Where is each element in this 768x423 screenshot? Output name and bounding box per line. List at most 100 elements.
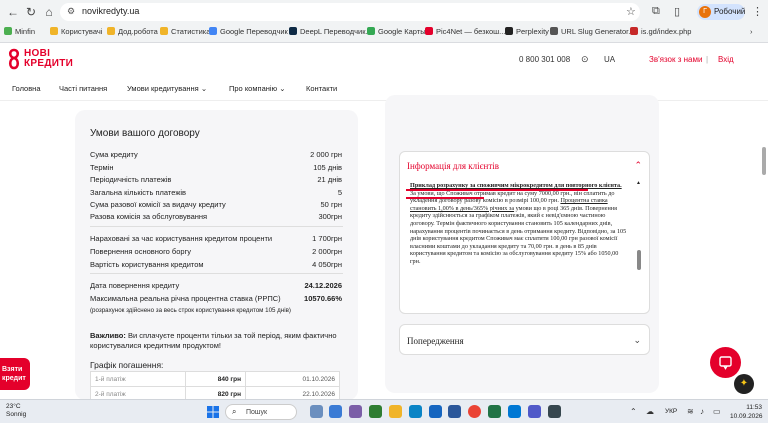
take-credit-button[interactable]: Взяти кредит xyxy=(0,358,30,390)
input-language[interactable]: УКР xyxy=(665,408,677,415)
warning-accordion[interactable]: Попередження ⌄ xyxy=(399,324,650,355)
weather-label: Sonnig xyxy=(6,411,27,418)
login-link[interactable]: Вхід xyxy=(718,55,734,64)
reload-icon[interactable]: ↻ xyxy=(24,5,38,19)
divider xyxy=(90,226,343,227)
sidepanel-icon[interactable]: ▯ xyxy=(674,5,680,18)
site-info-icon[interactable]: ⚙ xyxy=(67,6,75,17)
page-scroll-thumb[interactable] xyxy=(762,147,766,175)
bookmark-star-icon[interactable]: ☆ xyxy=(626,5,636,18)
google-translate-icon xyxy=(209,27,217,35)
menu-icon[interactable]: ⋮ xyxy=(752,5,763,18)
row-label: Загальна кількість платежів xyxy=(90,188,187,197)
phone-number[interactable]: 0 800 301 008 xyxy=(519,55,570,64)
rrps-footnote: (розрахунок здійснено за весь строк кори… xyxy=(90,307,291,314)
table-row: 1-й платіж 840 грн 01.10.2026 xyxy=(90,371,340,387)
edge-icon[interactable] xyxy=(409,405,422,418)
chevron-up-icon[interactable]: ⌃ xyxy=(634,160,642,171)
location-icon[interactable]: ⊙ xyxy=(581,54,589,65)
weather-widget[interactable]: 23°C Sonnig xyxy=(6,403,26,419)
row-label: Вартість користування кредитом xyxy=(90,260,204,269)
file-explorer-icon[interactable] xyxy=(389,405,402,418)
row-value: 2 000грн xyxy=(312,247,342,256)
nav-item-home[interactable]: Головна xyxy=(12,84,41,93)
clock[interactable]: 11:53 10.09.2026 xyxy=(730,403,763,421)
bookmark-item[interactable]: Дод.робота xyxy=(107,27,158,36)
battery-icon[interactable]: ▭ xyxy=(713,407,721,416)
profile-avatar: Г xyxy=(699,6,711,18)
nav-item-credit-terms[interactable]: Умови кредитування ⌄ xyxy=(127,84,207,93)
browser-chrome: ← ↻ ⌂ ⚙ novikredyty.ua ☆ ⧉ ▯ Г Робочий ⋮… xyxy=(0,0,768,43)
bookmark-item[interactable]: is.gd/index.php xyxy=(630,27,691,36)
row-value: 50 грн xyxy=(320,200,342,209)
extensions-icon[interactable]: ⧉ xyxy=(652,5,660,18)
row-label: Сума разової комісії за видачу кредиту xyxy=(90,200,226,209)
row-label: Максимальна реальна річна процентна став… xyxy=(90,294,281,303)
payment-number: 1-й платіж xyxy=(90,371,186,387)
word-icon[interactable] xyxy=(448,405,461,418)
info-accordion[interactable]: Інформація для клієнтів ⌃ Приклад розрах… xyxy=(399,151,650,314)
info-paragraph: За умови, що Споживач отримав кредит на … xyxy=(410,189,627,265)
bookmark-item[interactable]: Perplexity xyxy=(505,27,549,36)
chrome-icon[interactable] xyxy=(468,405,481,418)
logo-icon[interactable] xyxy=(6,48,22,70)
nav-item-contacts[interactable]: Контакти xyxy=(306,84,337,93)
info-accordion-title[interactable]: Інформація для клієнтів xyxy=(407,161,499,171)
tray-icon[interactable]: ☁ xyxy=(646,407,654,416)
assistant-icon[interactable]: ✦ xyxy=(734,374,754,394)
windows-start-icon[interactable] xyxy=(207,406,219,418)
chevron-down-icon: ⌄ xyxy=(200,84,208,93)
bookmark-item[interactable]: URL Slug Generator... xyxy=(550,27,635,36)
logo-text[interactable]: НОВІ КРЕДИТИ xyxy=(24,49,73,69)
row-value: 21 днів xyxy=(317,175,342,184)
contact-link[interactable]: Зв'язок з нами xyxy=(649,55,702,64)
chat-button[interactable] xyxy=(710,347,741,378)
chat-icon xyxy=(719,356,732,370)
volume-icon[interactable]: ♪ xyxy=(700,407,704,416)
isgd-icon xyxy=(630,27,638,35)
url-text[interactable]: novikredyty.ua xyxy=(82,6,139,16)
bookmarks-overflow-icon[interactable]: › xyxy=(750,27,753,36)
bookmark-item[interactable]: Minfin xyxy=(4,27,35,36)
taskview-icon[interactable] xyxy=(310,405,323,418)
deepl-icon xyxy=(289,27,297,35)
taskbar-search[interactable]: ⌕ Пошук xyxy=(225,404,297,420)
app-icon[interactable] xyxy=(349,405,362,418)
back-icon[interactable]: ← xyxy=(6,5,20,19)
wifi-icon[interactable]: ≋ xyxy=(687,407,694,416)
logo-line2: КРЕДИТИ xyxy=(24,58,74,69)
app-icon[interactable] xyxy=(369,405,382,418)
folder-icon xyxy=(50,27,58,35)
bookmark-item[interactable]: Google Карты xyxy=(367,27,426,36)
tray-icon[interactable]: ⌃ xyxy=(630,407,637,416)
home-icon[interactable]: ⌂ xyxy=(42,5,56,19)
clock-time: 11:53 xyxy=(746,404,762,411)
bookmark-item[interactable]: Статистика xyxy=(160,27,210,36)
chevron-down-icon[interactable]: ⌄ xyxy=(633,335,641,346)
bookmark-item[interactable]: Користувачі xyxy=(50,27,102,36)
important-notice: Важливо: Ви сплачуєте проценти тільки за… xyxy=(90,331,337,350)
nav-item-faq[interactable]: Часті питання xyxy=(59,84,107,93)
app-icon[interactable] xyxy=(429,405,442,418)
clock-date: 10.09.2026 xyxy=(730,413,763,420)
app-icon[interactable] xyxy=(329,405,342,418)
bookmark-item[interactable]: DeepL Переводчик... xyxy=(289,27,372,36)
info-scrollbar[interactable]: ▲ xyxy=(636,180,641,308)
warning-accordion-title[interactable]: Попередження xyxy=(407,336,464,346)
profile-button[interactable]: Г Робочий xyxy=(697,4,745,20)
profile-label: Робочий xyxy=(714,7,746,16)
row-label: Повернення основного боргу xyxy=(90,247,192,256)
info-scroll-thumb[interactable] xyxy=(637,250,641,270)
bookmark-item[interactable]: Pic4Net — безкош... xyxy=(425,27,505,36)
taskbar: 23°C Sonnig ⌕ Пошук ⌃ ☁ УКР ≋ ♪ ▭ 11:53 … xyxy=(0,399,768,423)
excel-icon[interactable] xyxy=(488,405,501,418)
scroll-up-icon[interactable]: ▲ xyxy=(636,180,641,186)
address-bar[interactable]: ⚙ novikredyty.ua xyxy=(60,3,640,21)
bookmark-item[interactable]: Google Переводчик xyxy=(209,27,288,36)
app-icon[interactable] xyxy=(548,405,561,418)
language-switch[interactable]: UA xyxy=(604,55,615,64)
teams-icon[interactable] xyxy=(528,405,541,418)
outlook-icon[interactable] xyxy=(508,405,521,418)
nav-item-about[interactable]: Про компанію ⌄ xyxy=(229,84,286,93)
page-scrollbar[interactable] xyxy=(762,101,766,399)
